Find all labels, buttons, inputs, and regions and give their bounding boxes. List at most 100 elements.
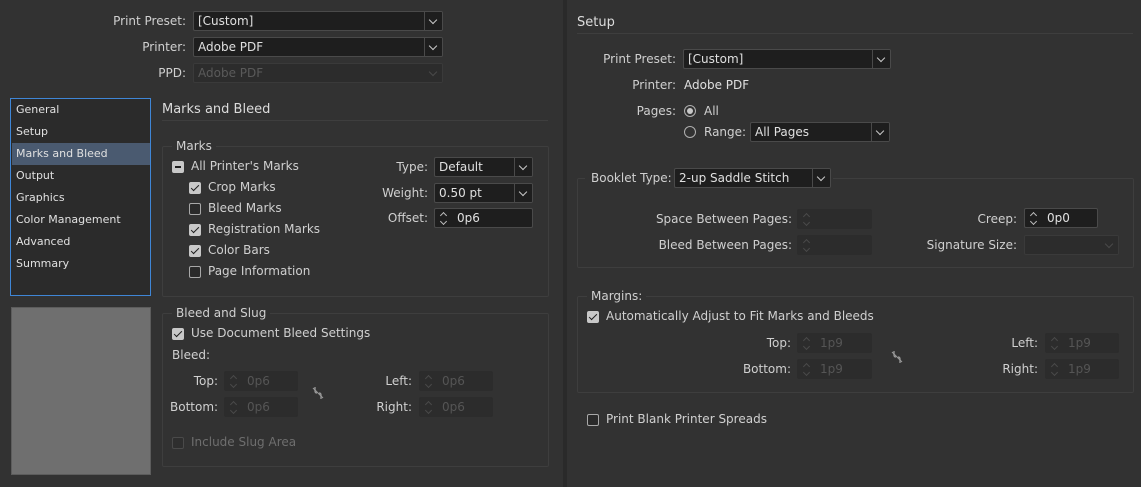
stepper-arrows-icon[interactable] — [798, 360, 816, 378]
chevron-down-icon — [871, 123, 889, 141]
stepper-arrows-icon[interactable] — [798, 210, 816, 228]
sidebar-item-advanced[interactable]: Advanced — [12, 231, 150, 253]
pages-range-radio[interactable] — [684, 126, 696, 138]
stepper-arrows-icon[interactable] — [420, 372, 438, 390]
printer-value: Adobe PDF — [198, 40, 264, 54]
stepper-arrows-icon[interactable] — [435, 209, 453, 227]
margin-right-label: Right: — [1002, 362, 1038, 376]
stepper-arrows-icon[interactable] — [1025, 209, 1043, 227]
ppd-select[interactable]: Adobe PDF — [193, 63, 443, 83]
print-blank-spreads-label: Print Blank Printer Spreads — [606, 412, 767, 426]
bleed-left-stepper[interactable]: 0p6 — [419, 371, 493, 391]
chevron-down-icon — [872, 50, 890, 68]
sidebar-item-general[interactable]: General — [12, 99, 150, 121]
stepper-arrows-icon[interactable] — [225, 372, 243, 390]
bleed-top-label: Top: — [193, 374, 218, 388]
bleed-between-pages-label: Bleed Between Pages: — [658, 238, 792, 252]
type-label: Type: — [396, 160, 428, 174]
margin-left-label: Left: — [1011, 336, 1038, 350]
signature-size-select[interactable] — [1024, 235, 1119, 255]
include-slug-checkbox[interactable] — [172, 437, 184, 449]
weight-value: 0.50 pt — [439, 186, 482, 200]
margin-right-stepper[interactable]: 1p9 — [1045, 359, 1119, 379]
weight-select[interactable]: 0.50 pt — [434, 183, 533, 203]
booklet-type-select[interactable]: 2-up Saddle Stitch — [674, 168, 831, 188]
registration-marks-checkbox[interactable] — [189, 224, 201, 236]
chevron-down-icon — [812, 169, 830, 187]
sidebar-item-color-management[interactable]: Color Management — [12, 209, 150, 231]
stepper-arrows-icon[interactable] — [798, 236, 816, 254]
stepper-arrows-icon[interactable] — [1046, 334, 1064, 352]
margins-title: Margins: — [587, 289, 647, 303]
bleed-between-pages-stepper[interactable] — [797, 235, 872, 255]
print-preset-select[interactable]: [Custom] — [193, 11, 443, 31]
type-select[interactable]: Default — [434, 157, 533, 177]
bleed-label: Bleed: — [172, 348, 210, 362]
chevron-down-icon — [424, 38, 442, 56]
margin-right-value: 1p9 — [1068, 362, 1091, 376]
booklet-type-value: 2-up Saddle Stitch — [679, 171, 790, 185]
sidebar-item-graphics[interactable]: Graphics — [12, 187, 150, 209]
crop-marks-checkbox[interactable] — [189, 182, 201, 194]
stepper-arrows-icon[interactable] — [420, 398, 438, 416]
margin-bottom-value: 1p9 — [820, 362, 843, 376]
ppd-label: PPD: — [158, 66, 186, 80]
margin-top-value: 1p9 — [820, 336, 843, 350]
margin-top-stepper[interactable]: 1p9 — [797, 333, 872, 353]
offset-label: Offset: — [387, 211, 428, 225]
dialog-separator — [563, 0, 567, 487]
creep-stepper[interactable]: 0p0 — [1024, 208, 1098, 228]
margin-top-label: Top: — [766, 336, 791, 350]
booklet-type-label: Booklet Type: — [591, 171, 672, 185]
bleed-right-stepper[interactable]: 0p6 — [419, 397, 493, 417]
chevron-down-icon — [424, 12, 442, 30]
bleed-marks-label: Bleed Marks — [208, 201, 282, 215]
ppd-value: Adobe PDF — [198, 66, 264, 80]
weight-label: Weight: — [382, 186, 428, 200]
stepper-arrows-icon[interactable] — [1046, 360, 1064, 378]
creep-value: 0p0 — [1047, 211, 1070, 225]
space-between-pages-label: Space Between Pages: — [655, 212, 792, 226]
bleed-left-value: 0p6 — [442, 374, 465, 388]
sidebar-item-setup[interactable]: Setup — [12, 121, 150, 143]
sidebar-nav: General Setup Marks and Bleed Output Gra… — [10, 98, 151, 296]
registration-marks-label: Registration Marks — [208, 222, 321, 236]
broken-chain-link-icon[interactable] — [890, 349, 904, 365]
print-blank-spreads-checkbox[interactable] — [587, 414, 599, 426]
margin-bottom-stepper[interactable]: 1p9 — [797, 359, 872, 379]
creep-label: Creep: — [977, 212, 1017, 226]
sidebar-item-marks-and-bleed[interactable]: Marks and Bleed — [12, 143, 150, 165]
sidebar-item-output[interactable]: Output — [12, 165, 150, 187]
all-printers-marks-checkbox[interactable] — [172, 161, 184, 173]
stepper-arrows-icon[interactable] — [798, 334, 816, 352]
bleed-bottom-stepper[interactable]: 0p6 — [224, 397, 298, 417]
bleed-slug-group-title: Bleed and Slug — [172, 306, 271, 320]
chevron-down-icon — [1101, 236, 1118, 254]
bleed-top-stepper[interactable]: 0p6 — [224, 371, 298, 391]
setup-printer-value: Adobe PDF — [684, 78, 750, 92]
pages-label: Pages: — [636, 104, 676, 118]
color-bars-checkbox[interactable] — [189, 245, 201, 257]
stepper-arrows-icon[interactable] — [225, 398, 243, 416]
print-preset-value: [Custom] — [198, 14, 254, 28]
printer-select[interactable]: Adobe PDF — [193, 37, 443, 57]
setup-print-preset-select[interactable]: [Custom] — [683, 49, 891, 69]
broken-chain-link-icon[interactable] — [311, 385, 325, 401]
sidebar-item-summary[interactable]: Summary — [12, 253, 150, 275]
margin-left-stepper[interactable]: 1p9 — [1045, 333, 1119, 353]
bleed-marks-checkbox[interactable] — [189, 203, 201, 215]
page-information-checkbox[interactable] — [189, 266, 201, 278]
range-select[interactable]: All Pages — [750, 122, 890, 142]
bleed-left-label: Left: — [385, 374, 412, 388]
include-slug-label: Include Slug Area — [191, 435, 297, 449]
offset-stepper[interactable]: 0p6 — [434, 208, 533, 228]
use-document-bleed-checkbox[interactable] — [172, 328, 184, 340]
chevron-down-icon — [514, 158, 532, 176]
space-between-pages-stepper[interactable] — [797, 209, 872, 229]
pages-all-radio[interactable] — [684, 105, 696, 117]
marks-group-title: Marks — [172, 139, 216, 153]
all-printers-marks-label: All Printer's Marks — [191, 159, 299, 173]
auto-adjust-checkbox[interactable] — [587, 311, 599, 323]
bleed-right-label: Right: — [376, 400, 412, 414]
chevron-down-icon — [425, 64, 442, 82]
